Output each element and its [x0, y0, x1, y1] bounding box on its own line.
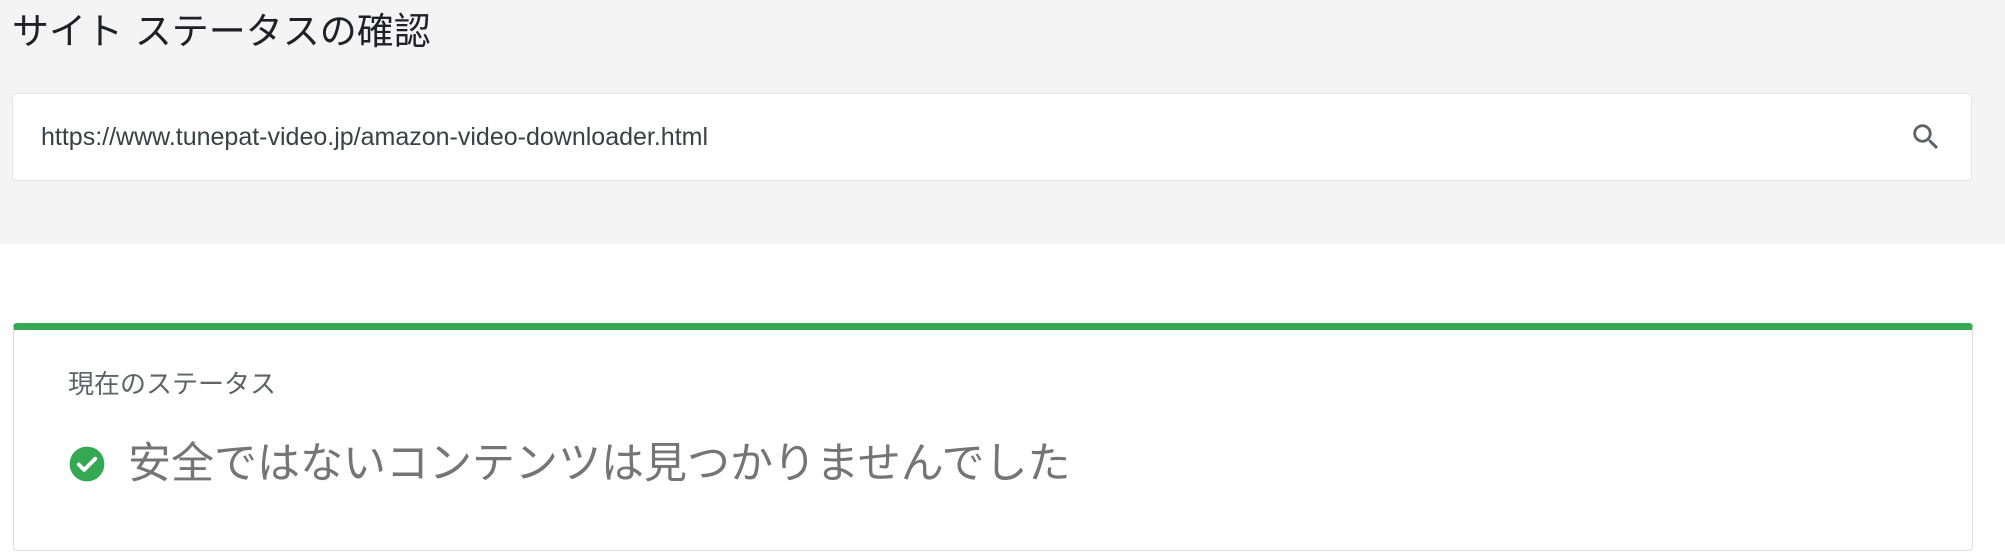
status-message: 安全ではないコンテンツは見つかりませんでした — [128, 439, 1071, 489]
check-circle-icon — [69, 446, 105, 482]
url-search-box — [12, 93, 1972, 181]
search-icon — [1913, 124, 1939, 150]
status-label: 現在のステータス — [68, 370, 277, 400]
status-row: 安全ではないコンテンツは見つかりませんでした — [68, 434, 1071, 494]
page-title: サイト ステータスの確認 — [12, 10, 431, 53]
current-status-card: 現在のステータス 安全ではないコンテンツは見つかりませんでした — [13, 323, 1973, 551]
search-button[interactable] — [1903, 114, 1949, 160]
site-status-header: サイト ステータスの確認 — [0, 0, 2005, 244]
url-input[interactable] — [41, 94, 1881, 180]
